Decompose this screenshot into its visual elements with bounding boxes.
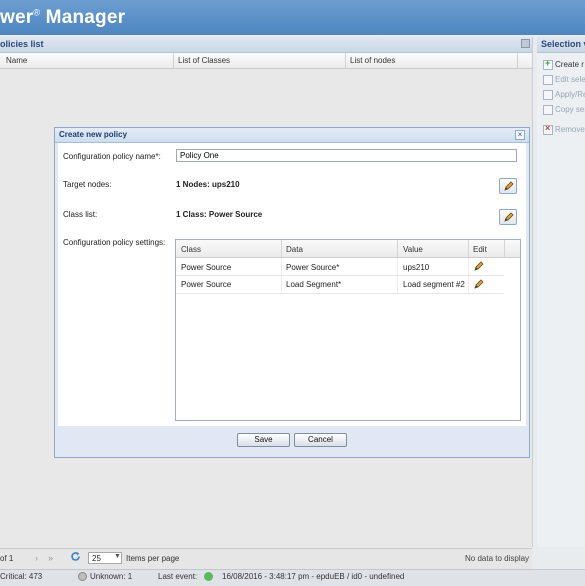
items-per-page-label: Items per page [126, 554, 180, 563]
row-edit-button[interactable] [474, 261, 484, 271]
column-separator [345, 53, 346, 68]
remove-action[interactable]: Remove [543, 123, 585, 137]
copy-icon [543, 105, 553, 115]
cell-separator [468, 276, 469, 293]
pencil-icon [504, 181, 514, 191]
edit-icon [543, 75, 553, 85]
column-class[interactable]: Class [181, 245, 201, 254]
class-list-label: Class list: [63, 210, 98, 219]
column-separator [281, 240, 282, 257]
column-nodes[interactable]: List of nodes [350, 56, 395, 65]
class-list-value: 1 Class: Power Source [176, 210, 263, 219]
policy-name-input[interactable] [176, 149, 517, 162]
last-page-button[interactable]: » [48, 553, 53, 563]
column-separator [173, 53, 174, 68]
dialog-title: Create new policy [59, 130, 128, 139]
cell-separator [397, 276, 398, 293]
close-icon[interactable]: × [515, 130, 525, 140]
column-separator [517, 53, 518, 68]
add-icon [543, 58, 553, 70]
row-edit-button[interactable] [474, 279, 484, 289]
remove-icon [543, 123, 553, 135]
unknown-icon [78, 572, 87, 581]
last-event-label: Last event: [158, 572, 198, 581]
panel-tool-icon[interactable] [521, 39, 530, 48]
column-classes[interactable]: List of Classes [178, 56, 230, 65]
pencil-icon [474, 279, 484, 289]
cell-data: Load Segment* [286, 280, 342, 289]
unknown-count[interactable]: Unknown: 1 [90, 572, 132, 581]
target-nodes-value: 1 Nodes: ups210 [176, 180, 240, 189]
app-title: wer® Manager [0, 7, 126, 28]
edit-classes-button[interactable] [499, 209, 517, 225]
cell-data: Power Source* [286, 263, 340, 272]
policy-name-label: Configuration policy name*: [63, 152, 161, 161]
cell-class: Power Source [181, 263, 232, 272]
policies-panel-title: olicies list [0, 39, 44, 49]
edit-selection-action[interactable]: Edit sele [543, 75, 585, 87]
refresh-icon[interactable] [70, 551, 81, 562]
apply-action[interactable]: Apply/Re [543, 90, 585, 102]
save-button[interactable]: Save [237, 433, 290, 447]
selection-panel-title: Selection vi [541, 39, 585, 49]
column-edit[interactable]: Edit [473, 245, 487, 254]
empty-grid-message: No data to display [465, 554, 530, 563]
cell-separator [281, 276, 282, 293]
cell-separator [397, 258, 398, 275]
pencil-icon [474, 261, 484, 271]
column-name[interactable]: Name [6, 56, 27, 65]
create-policy-action[interactable]: Create r [543, 58, 584, 72]
column-separator [504, 240, 505, 257]
next-page-button[interactable]: › [35, 553, 38, 563]
column-value[interactable]: Value [403, 245, 423, 254]
cell-separator [281, 258, 282, 275]
last-event-value[interactable]: 16/08/2016 - 3:48:17 pm - epduEB / id0 -… [222, 572, 404, 581]
policy-settings-label: Configuration policy settings: [63, 238, 166, 247]
column-separator [468, 240, 469, 257]
cell-value: ups210 [403, 263, 430, 272]
column-data[interactable]: Data [286, 245, 303, 254]
column-separator [397, 240, 398, 257]
cell-value: Load segment #2 [403, 280, 465, 289]
pencil-icon [504, 212, 514, 222]
ok-status-icon [204, 572, 213, 581]
chevron-down-icon[interactable]: ▼ [114, 553, 121, 560]
cell-separator [468, 258, 469, 275]
cell-class: Power Source [181, 280, 232, 289]
target-nodes-label: Target nodes: [63, 180, 112, 189]
edit-nodes-button[interactable] [499, 178, 517, 194]
apply-icon [543, 90, 553, 100]
page-count: of 1 [0, 554, 14, 563]
cancel-button[interactable]: Cancel [294, 433, 347, 447]
critical-count[interactable]: Critical: 473 [0, 572, 42, 581]
policies-panel-header [0, 37, 532, 53]
policies-grid-header [0, 53, 532, 69]
copy-selection-action[interactable]: Copy sel [543, 105, 585, 117]
